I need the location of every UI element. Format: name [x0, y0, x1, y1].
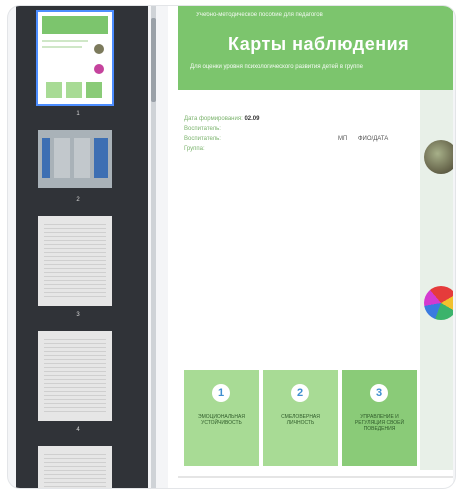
- header-kicker: Учебно-методическое пособие для педагого…: [196, 12, 323, 18]
- card-2-label: СМЕЛОВЕРНАЯ ЛИЧНОСТЬ: [281, 414, 320, 426]
- card-3: 3 УПРАВЛЕНИЕ И РЕГУЛЯЦИЯ СВОЕЙ ПОВЕДЕНИЯ: [342, 370, 417, 466]
- page-thumbnail-5[interactable]: [38, 446, 112, 488]
- photo-circle-colorful: [424, 286, 453, 320]
- page-thumbnail-4[interactable]: [38, 331, 112, 421]
- thumbnail-sidebar: 1 2 3 4: [16, 6, 148, 488]
- card-1-label: ЭМОЦИОНАЛЬНАЯ УСТОЙЧИВОСТЬ: [197, 414, 245, 426]
- card-1: 1 ЭМОЦИОНАЛЬНАЯ УСТОЙЧИВОСТЬ: [184, 370, 259, 466]
- scrollbar-thumb[interactable]: [151, 18, 156, 102]
- document-subtitle: Для оценки уровня психологического разви…: [190, 64, 363, 70]
- document-page: Учебно-методическое пособие для педагого…: [168, 6, 453, 488]
- date-label: Дата формирования:: [184, 116, 243, 122]
- info-line-3-value-2: ФИО/ДАТА: [358, 136, 389, 142]
- card-1-number: 1: [212, 384, 230, 402]
- page-thumbnail-2[interactable]: [38, 130, 112, 188]
- info-line-4: Группа:: [184, 146, 205, 152]
- card-3-number: 3: [370, 384, 388, 402]
- page-number-1: 1: [76, 111, 80, 117]
- photo-circle-top: [424, 140, 453, 174]
- page-bottom-divider: [178, 476, 453, 478]
- date-value: 02.09: [244, 116, 260, 122]
- page-thumbnail-3[interactable]: [38, 216, 112, 306]
- page-number-4: 4: [76, 427, 80, 433]
- card-3-label: УПРАВЛЕНИЕ И РЕГУЛЯЦИЯ СВОЕЙ ПОВЕДЕНИЯ: [354, 414, 405, 432]
- document-title: Карты наблюдения: [228, 34, 410, 54]
- card-2: 2 СМЕЛОВЕРНАЯ ЛИЧНОСТЬ: [263, 370, 338, 466]
- sidebar-scrollbar[interactable]: [151, 6, 156, 488]
- feature-cards: 1 ЭМОЦИОНАЛЬНАЯ УСТОЙЧИВОСТЬ 2 СМЕЛОВЕРН…: [184, 370, 420, 466]
- page-header-banner: Учебно-методическое пособие для педагого…: [178, 6, 453, 90]
- page-number-2: 2: [76, 197, 80, 203]
- page-thumbnail-1[interactable]: [36, 10, 114, 106]
- info-line-3-value-1: МП: [338, 136, 348, 142]
- info-line-3: Воспитатель:: [184, 136, 221, 142]
- page-number-3: 3: [76, 312, 80, 318]
- info-line-2: Воспитатель:: [184, 126, 221, 132]
- card-2-number: 2: [291, 384, 309, 402]
- date-field: Дата формирования: 02.09: [184, 116, 259, 122]
- pdf-viewer-window: 1 2 3 4 Учебно-методическое пособие для: [8, 6, 455, 488]
